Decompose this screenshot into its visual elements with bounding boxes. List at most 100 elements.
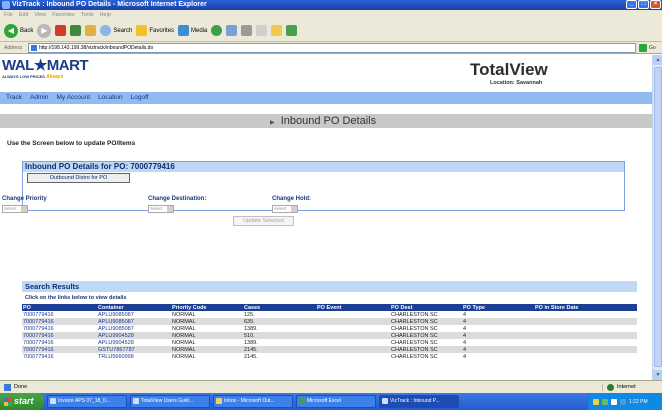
- menu-view[interactable]: View: [34, 10, 46, 20]
- table-row[interactable]: 7000779416 APLU9904528 NORMAL 510. CHARLESTO…: [22, 332, 637, 339]
- taskbar-item-label: Inbox - Microsoft Out...: [224, 398, 275, 404]
- scroll-thumb[interactable]: [654, 67, 662, 367]
- table-cell[interactable]: APLU9904528: [97, 332, 171, 339]
- back-arrow-icon: ◀: [4, 23, 18, 38]
- tray-icon[interactable]: [620, 398, 626, 405]
- print-button[interactable]: [241, 25, 253, 36]
- tray-icon[interactable]: [593, 398, 599, 405]
- nav-logoff[interactable]: Logoff: [131, 92, 149, 104]
- mail-button[interactable]: [226, 25, 238, 36]
- table-row[interactable]: 7000779416 TRLU5660998 NORMAL 2145. CHARLEST…: [22, 353, 637, 360]
- outbound-distro-button[interactable]: Outbound Distro for PO: [27, 173, 130, 183]
- change-destination-label: Change Destination:: [148, 196, 207, 202]
- go-button[interactable]: Go: [636, 43, 662, 52]
- maximize-button[interactable]: □: [638, 0, 649, 9]
- table-cell: CHARLESTON SC: [390, 353, 462, 360]
- search-results-panel: Search Results Click on the links below …: [22, 281, 637, 380]
- tray-icon[interactable]: [611, 398, 617, 405]
- table-cell: [534, 332, 637, 339]
- taskbar-item-users-guide[interactable]: TotalView Users Guid...: [130, 395, 210, 408]
- page-done-icon: [4, 383, 11, 391]
- clock[interactable]: 1:22 PM: [629, 399, 648, 405]
- close-button[interactable]: ×: [650, 0, 661, 9]
- table-cell[interactable]: TRLU5660998: [97, 353, 171, 360]
- table-cell: CHARLESTON SC: [390, 346, 462, 353]
- stop-icon: [55, 25, 67, 36]
- update-selected-button[interactable]: Update Selected: [233, 216, 294, 226]
- stop-button[interactable]: [55, 25, 67, 36]
- table-row[interactable]: 7000779416 APLU9085087 NORMAL 635. CHARLESTO…: [22, 318, 637, 325]
- globe-icon: [607, 383, 614, 391]
- tagline-always: Always: [46, 74, 64, 80]
- favorites-star-icon: [136, 25, 148, 36]
- table-row[interactable]: 7000779416 GSTU7867787 NORMAL 2145. CHARLEST…: [22, 346, 637, 353]
- scroll-down-icon[interactable]: ▼: [653, 370, 662, 380]
- menu-favorites[interactable]: Favorites: [52, 10, 75, 20]
- table-row[interactable]: 7000779416 APLU9085087 NORMAL 125. CHARLESTO…: [22, 311, 637, 318]
- edit-button[interactable]: [256, 25, 268, 36]
- folder-button[interactable]: [271, 25, 283, 36]
- menu-edit[interactable]: Edit: [19, 10, 28, 20]
- taskbar-item-outlook[interactable]: Inbox - Microsoft Out...: [213, 395, 293, 408]
- tray-icon[interactable]: [602, 398, 608, 405]
- word-doc-icon: [133, 398, 139, 404]
- menu-tools[interactable]: Tools: [81, 10, 94, 20]
- change-hold-select[interactable]: Select: [272, 205, 298, 213]
- table-cell[interactable]: APLU9085087: [97, 325, 171, 332]
- scroll-up-icon[interactable]: ▲: [653, 55, 662, 65]
- favorites-button[interactable]: Favorites: [136, 25, 174, 36]
- table-cell[interactable]: 7000779416: [22, 318, 97, 325]
- table-cell: 4: [462, 311, 534, 318]
- menu-help[interactable]: Help: [100, 10, 111, 20]
- folder-icon: [271, 25, 283, 36]
- refresh-button[interactable]: [70, 25, 82, 36]
- table-cell[interactable]: GSTU7867787: [97, 346, 171, 353]
- priority-select-value: Select: [4, 206, 17, 211]
- taskbar-item-invoice[interactable]: Invoice APS 07_18_0...: [47, 395, 127, 408]
- table-cell[interactable]: APLU9085087: [97, 318, 171, 325]
- window-controls: _ □ ×: [626, 0, 661, 10]
- table-cell[interactable]: 7000779416: [22, 353, 97, 360]
- table-cell[interactable]: APLU9085087: [97, 311, 171, 318]
- history-button[interactable]: [211, 25, 223, 36]
- table-cell[interactable]: 7000779416: [22, 325, 97, 332]
- page-heading-bar: ▶ Inbound PO Details: [0, 114, 652, 128]
- taskbar-item-viztrack[interactable]: VizTrack : Inbound P...: [379, 395, 459, 408]
- taskbar-item-excel[interactable]: Microsoft Excel: [296, 395, 376, 408]
- window-title: VizTrack : Inbound PO Details - Microsof…: [12, 1, 207, 8]
- walmart-logo-text: WAL★MART: [2, 57, 89, 74]
- minimize-button[interactable]: _: [626, 0, 637, 9]
- menu-bar: File Edit View Favorites Tools Help: [0, 10, 662, 20]
- search-results-title: Search Results: [22, 281, 637, 292]
- po-details-title: Inbound PO Details for PO: 7000779416: [23, 162, 624, 172]
- search-button[interactable]: Search: [100, 25, 132, 36]
- table-cell[interactable]: 7000779416: [22, 311, 97, 318]
- table-cell: [534, 325, 637, 332]
- table-cell[interactable]: 7000779416: [22, 339, 97, 346]
- change-priority-select[interactable]: Select: [2, 205, 28, 213]
- table-cell[interactable]: APLU9904528: [97, 339, 171, 346]
- table-cell: 635.: [243, 318, 316, 325]
- address-input[interactable]: http://198.143.199.38/viztrack/inboundPO…: [28, 42, 636, 53]
- nav-admin[interactable]: Admin: [30, 92, 48, 104]
- media-button[interactable]: Media: [178, 25, 207, 36]
- nav-my-account[interactable]: My Account: [56, 92, 90, 104]
- change-destination-select[interactable]: Select: [148, 205, 174, 213]
- address-label: Address: [4, 44, 23, 51]
- page-title: Inbound PO Details: [280, 115, 377, 127]
- table-row[interactable]: 7000779416 APLU9085087 NORMAL 1389. CHARLEST…: [22, 325, 637, 332]
- column-header: PO: [22, 304, 97, 311]
- home-button[interactable]: [85, 25, 97, 36]
- nav-track[interactable]: Track: [6, 92, 22, 104]
- back-button[interactable]: ◀ Back: [4, 23, 33, 38]
- nav-location[interactable]: Location: [98, 92, 123, 104]
- table-row[interactable]: 7000779416 APLU9904528 NORMAL 1389. CHARLEST…: [22, 339, 637, 346]
- table-cell[interactable]: 7000779416: [22, 332, 97, 339]
- vertical-scrollbar[interactable]: ▲ ▼: [652, 55, 662, 380]
- table-cell[interactable]: 7000779416: [22, 346, 97, 353]
- forward-button[interactable]: ▶: [37, 23, 52, 38]
- start-button[interactable]: start: [0, 393, 44, 410]
- taskbar-item-label: VizTrack : Inbound P...: [390, 398, 440, 404]
- menu-file[interactable]: File: [4, 10, 13, 20]
- messenger-button[interactable]: [286, 25, 298, 36]
